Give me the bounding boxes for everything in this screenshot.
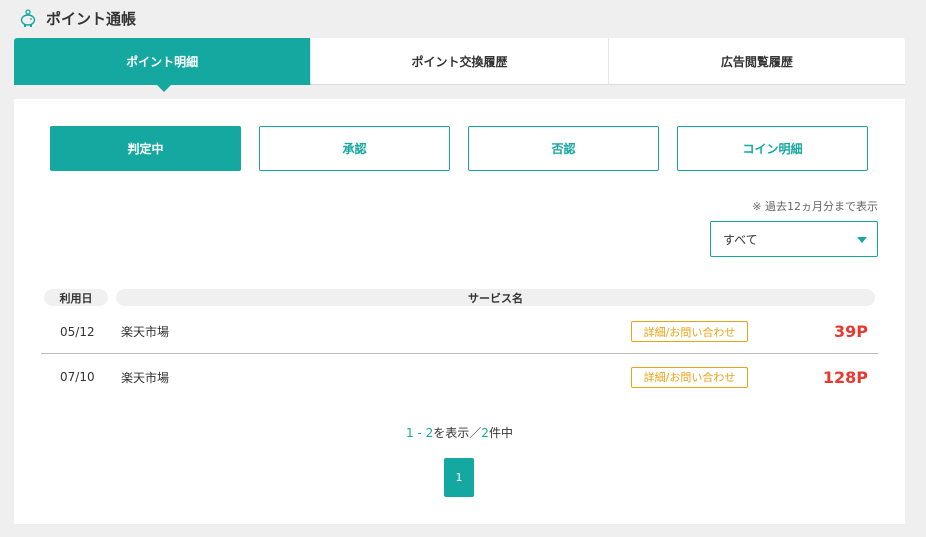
table-row: 05/12 楽天市場 詳細/お問い合わせ 39P: [41, 310, 878, 354]
row-points: 39P: [834, 322, 868, 341]
status-tab-coin-details[interactable]: コイン明細: [677, 126, 868, 171]
content-panel: 判定中 承認 否認 コイン明細 ※ 過去12ヵ月分まで表示 すべて 利用日 サー…: [14, 99, 905, 524]
tab-point-exchange-history[interactable]: ポイント交換履歴: [311, 38, 609, 85]
tab-point-details[interactable]: ポイント明細: [14, 38, 312, 92]
page-title: ポイント通帳: [46, 9, 137, 28]
row-points: 128P: [822, 367, 868, 387]
filter-select[interactable]: すべて: [710, 221, 878, 257]
status-tab-rejected[interactable]: 否認: [468, 126, 659, 171]
summary-start: 1: [406, 426, 414, 440]
row-date: 07/10: [60, 370, 95, 384]
piggy-bank-icon: [20, 9, 36, 27]
status-tabs: 判定中 承認 否認 コイン明細: [50, 126, 868, 171]
filter-select-value: すべて: [723, 232, 758, 247]
table-row: 07/10 楽天市場 詳細/お問い合わせ 128P: [41, 355, 878, 399]
summary-suffix: 件中: [488, 426, 513, 440]
status-tab-pending[interactable]: 判定中: [50, 126, 241, 171]
summary-sep: -: [413, 426, 426, 440]
period-note: ※ 過去12ヵ月分まで表示: [752, 200, 878, 213]
table-header: 利用日 サービス名: [44, 289, 875, 306]
tab-ad-view-history[interactable]: 広告閲覧履歴: [608, 38, 905, 85]
result-summary: 1 - 2を表示／2件中: [14, 424, 905, 441]
summary-mid: を表示／: [433, 426, 482, 440]
column-header-date: 利用日: [44, 289, 108, 306]
row-service: 楽天市場: [121, 325, 170, 339]
pagination-page-1[interactable]: 1: [444, 458, 474, 497]
detail-inquiry-button[interactable]: 詳細/お問い合わせ: [631, 321, 748, 342]
caret-down-icon: [857, 237, 867, 243]
row-date: 05/12: [60, 324, 95, 339]
status-tab-approved[interactable]: 承認: [259, 126, 450, 171]
summary-total: 2: [481, 426, 489, 440]
column-header-service: サービス名: [116, 289, 875, 306]
page-header: ポイント通帳: [18, 6, 136, 30]
detail-inquiry-button[interactable]: 詳細/お問い合わせ: [631, 366, 748, 388]
row-service: 楽天市場: [121, 370, 170, 385]
main-tabs: ポイント明細 ポイント交換履歴 広告閲覧履歴: [14, 38, 905, 92]
